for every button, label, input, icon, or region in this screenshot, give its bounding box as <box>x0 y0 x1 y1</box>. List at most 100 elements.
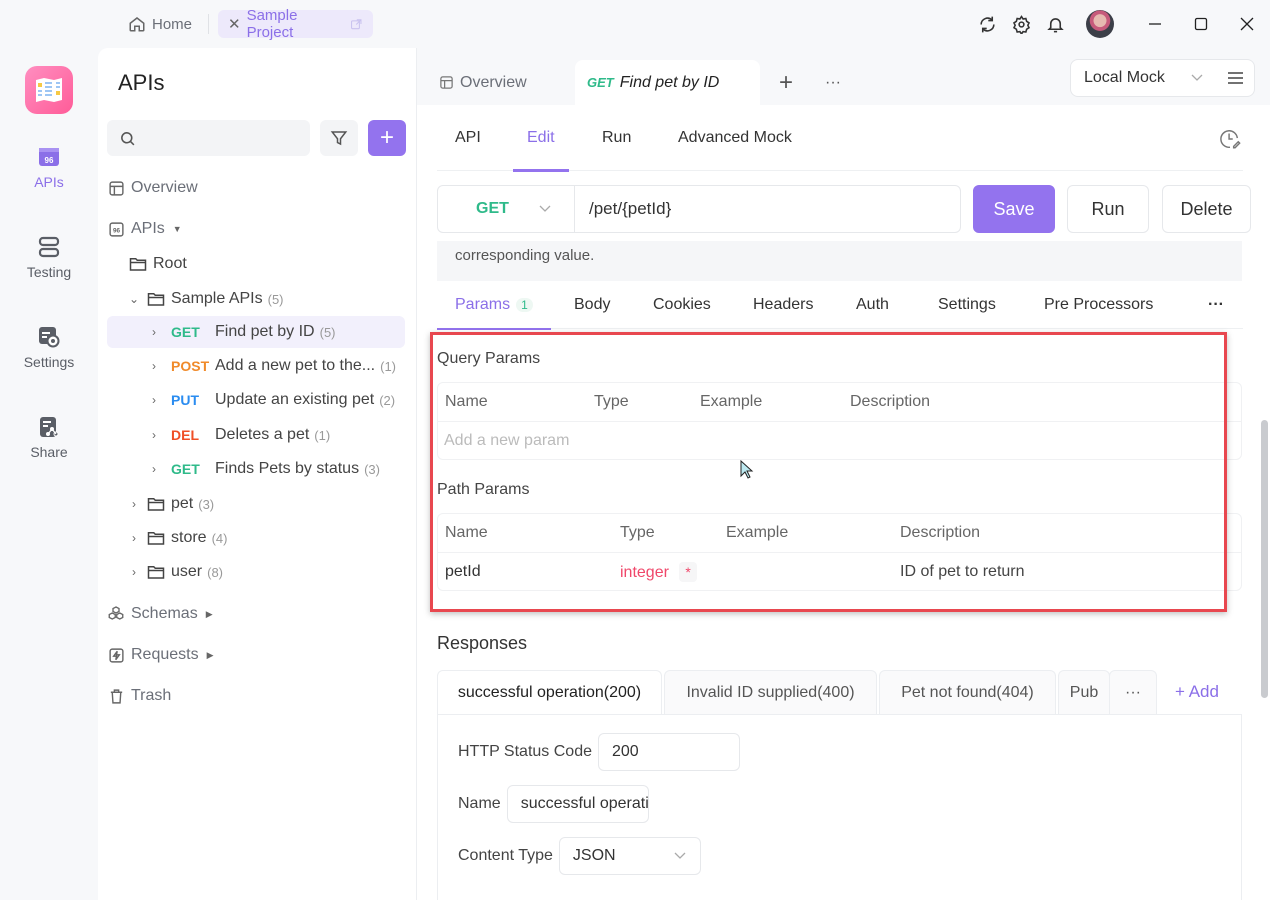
external-link-icon[interactable] <box>350 18 363 31</box>
rail-item-settings[interactable]: Settings <box>0 326 98 370</box>
maximize-button[interactable] <box>1178 0 1224 48</box>
close-icon[interactable]: ✕ <box>228 15 241 33</box>
chevron-right-icon[interactable]: › <box>127 497 141 511</box>
tab-auth[interactable]: Auth <box>856 281 889 329</box>
column-header: Type <box>620 524 655 541</box>
endpoint-item[interactable]: › GET Finds Pets by status (3) <box>107 453 405 485</box>
endpoint-item[interactable]: › PUT Update an existing pet (2) <box>107 384 405 416</box>
tab-overview[interactable]: Overview <box>429 60 537 105</box>
folder-item-pet[interactable]: › pet (3) <box>107 488 405 520</box>
tab-api[interactable]: API <box>455 105 481 171</box>
tree-item-apis[interactable]: 96 APIs ▼ <box>107 213 405 245</box>
filter-button[interactable] <box>320 120 358 156</box>
description-text[interactable]: corresponding value. <box>437 241 1242 281</box>
url-input[interactable]: /pet/{petId} <box>574 185 961 233</box>
svg-text:96: 96 <box>112 227 120 234</box>
delete-button[interactable]: Delete <box>1162 185 1251 233</box>
minimize-button[interactable] <box>1132 0 1178 48</box>
gear-icon[interactable] <box>1004 7 1038 41</box>
rail-item-settings-label: Settings <box>23 354 75 370</box>
save-button[interactable]: Save <box>973 185 1055 233</box>
add-param-input[interactable]: Add a new param <box>444 432 569 450</box>
chevron-right-icon[interactable]: › <box>147 393 161 407</box>
rail-item-testing[interactable]: Testing <box>0 236 98 280</box>
response-tab-400[interactable]: Invalid ID supplied(400) <box>664 670 877 714</box>
environment-label: Local Mock <box>1084 69 1165 86</box>
param-name[interactable]: petId <box>445 563 481 581</box>
chevron-right-icon[interactable]: › <box>127 565 141 579</box>
tab-cookies[interactable]: Cookies <box>653 281 711 329</box>
add-button[interactable]: + <box>368 120 406 156</box>
tab-run[interactable]: Run <box>602 105 631 171</box>
bell-icon[interactable] <box>1038 7 1072 41</box>
scrollbar[interactable] <box>1261 420 1268 698</box>
new-tab-button[interactable]: + <box>769 60 803 105</box>
folder-label: store <box>171 529 207 546</box>
response-tab-404[interactable]: Pet not found(404) <box>879 670 1056 714</box>
endpoint-item[interactable]: › DEL Deletes a pet (1) <box>107 419 405 451</box>
run-button[interactable]: Run <box>1067 185 1149 233</box>
testing-icon <box>38 236 60 258</box>
avatar[interactable] <box>1086 10 1114 38</box>
caret-down-icon[interactable]: ▼ <box>173 224 182 234</box>
tree-item-schemas[interactable]: Schemas ▶ <box>107 598 405 630</box>
search-input[interactable] <box>107 120 310 156</box>
tab-settings[interactable]: Settings <box>938 281 996 329</box>
history-icon[interactable] <box>1219 128 1241 154</box>
endpoint-item[interactable]: › POST Add a new pet to the... (1) <box>107 350 405 382</box>
response-name-label: Name <box>458 795 501 812</box>
rail-item-apis[interactable]: 96 APIs <box>0 146 98 190</box>
project-tab[interactable]: ✕ Sample Project <box>218 7 373 41</box>
environment-select[interactable]: Local Mock <box>1070 59 1218 97</box>
environment-menu-button[interactable] <box>1217 59 1255 97</box>
response-tab-200[interactable]: successful operation(200) <box>437 670 662 715</box>
home-tab[interactable]: Home <box>118 10 202 38</box>
endpoint-count: (5) <box>319 324 336 340</box>
path-params-title: Path Params <box>437 481 530 498</box>
response-tab-pub[interactable]: Pub <box>1058 670 1110 714</box>
more-tabs-button[interactable]: ··· <box>815 60 851 105</box>
method-select[interactable]: GET <box>437 185 575 233</box>
tab-label: Find pet by ID <box>619 73 720 91</box>
endpoint-item[interactable]: › GET Find pet by ID (5) <box>107 316 405 348</box>
table-row[interactable]: petId integer * ID of pet to return <box>438 552 1241 590</box>
tab-body[interactable]: Body <box>574 281 610 329</box>
caret-right-icon[interactable]: ▶ <box>207 650 214 661</box>
folder-item-store[interactable]: › store (4) <box>107 522 405 554</box>
status-code-input[interactable]: 200 <box>597 733 740 771</box>
more-responses-button[interactable]: ··· <box>1109 670 1157 714</box>
tab-pre-processors[interactable]: Pre Processors <box>1044 281 1153 329</box>
param-type[interactable]: integer * <box>620 561 697 582</box>
tree-item-trash[interactable]: Trash <box>107 680 405 712</box>
endpoint-label: Add a new pet to the... <box>215 357 376 374</box>
folder-item-user[interactable]: › user (8) <box>107 556 405 588</box>
rail-item-share[interactable]: Share <box>0 416 98 460</box>
titlebar-actions <box>970 0 1270 48</box>
tree-item-requests[interactable]: Requests ▶ <box>107 639 405 671</box>
tab-headers[interactable]: Headers <box>753 281 813 329</box>
required-badge[interactable]: * <box>679 561 697 582</box>
chevron-down-icon[interactable]: ⌄ <box>127 292 141 306</box>
tab-params[interactable]: Params 1 <box>437 281 551 330</box>
param-description[interactable]: ID of pet to return <box>900 563 1025 581</box>
add-response-button[interactable]: + Add <box>1175 670 1219 714</box>
tree-item-overview[interactable]: Overview <box>107 172 405 204</box>
content-type-select[interactable]: JSON <box>558 837 701 875</box>
chevron-right-icon[interactable]: › <box>147 462 161 476</box>
add-param-row[interactable]: Add a new param <box>438 421 1241 459</box>
chevron-right-icon[interactable]: › <box>127 531 141 545</box>
chevron-right-icon[interactable]: › <box>147 359 161 373</box>
tab-find-pet-by-id[interactable]: GET Find pet by ID <box>575 60 760 105</box>
tab-edit[interactable]: Edit <box>513 105 568 172</box>
tab-advanced-mock[interactable]: Advanced Mock <box>678 105 792 171</box>
responses-title: Responses <box>437 633 528 653</box>
more-request-tabs-button[interactable]: ··· <box>1208 281 1224 329</box>
tree-item-sample-apis[interactable]: ⌄ Sample APIs (5) <box>107 283 405 315</box>
sync-icon[interactable] <box>970 7 1004 41</box>
caret-right-icon[interactable]: ▶ <box>206 609 213 620</box>
tree-item-root[interactable]: Root <box>107 248 405 280</box>
chevron-right-icon[interactable]: › <box>147 325 161 339</box>
response-name-input[interactable]: successful operation <box>506 785 649 823</box>
close-window-button[interactable] <box>1224 0 1270 48</box>
chevron-right-icon[interactable]: › <box>147 428 161 442</box>
